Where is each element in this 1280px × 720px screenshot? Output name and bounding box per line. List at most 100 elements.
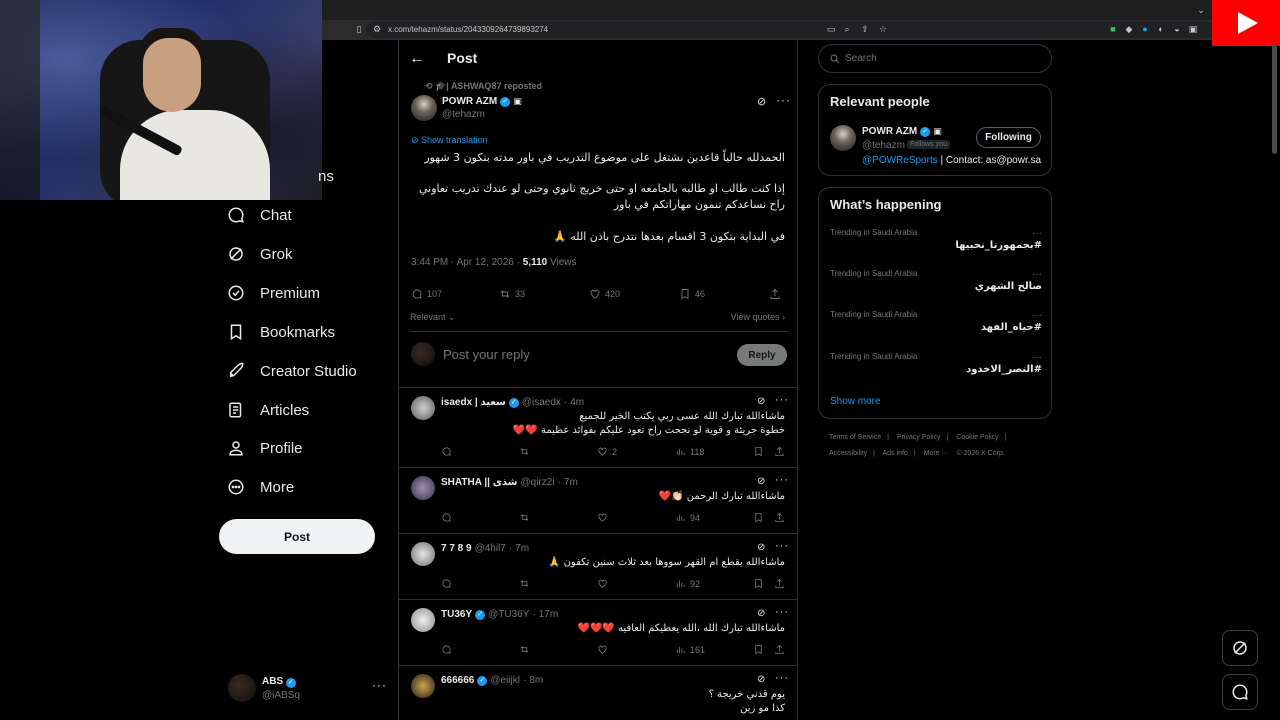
like-action[interactable] <box>597 512 608 523</box>
share-action[interactable] <box>769 288 781 300</box>
like-action[interactable]: 420 <box>589 288 620 300</box>
avatar[interactable] <box>411 396 435 420</box>
reply-author[interactable]: 666666 ✓ @eiijkl · 8m <box>441 675 543 686</box>
reply-item[interactable]: SHATHA || شذى @qirz2i · 7m ⊘ ··· ماشاءالله … <box>399 467 797 533</box>
url-text[interactable]: x.com/tehazm/status/2043309264739893274 <box>388 25 548 34</box>
reply-input[interactable]: Post your reply <box>443 347 530 362</box>
accessibility-link[interactable]: Accessibility <box>829 450 867 457</box>
share-action[interactable] <box>774 578 785 589</box>
reply-item[interactable]: isaedx | سعيد ✓ @isaedx · 4m ⊘ ··· ماشاءالله… <box>399 387 797 467</box>
cast-icon[interactable]: ▭ <box>826 24 836 34</box>
reply-action[interactable]: 107 <box>411 288 442 300</box>
more-dots-icon[interactable]: ··· <box>775 394 789 406</box>
nav-item-chat[interactable]: Chat <box>226 201 292 229</box>
share-action[interactable] <box>774 644 785 655</box>
zoom-icon[interactable]: ⌕ <box>842 24 852 34</box>
reply-item[interactable]: 7 7 8 9 @4hil7 · 7m ⊘ ··· ماشاءالله يقطع ام… <box>399 533 797 599</box>
nav-item-grok[interactable]: Grok <box>226 240 293 268</box>
extension-icon[interactable]: ■ <box>1108 24 1118 34</box>
following-button[interactable]: Following <box>976 127 1041 148</box>
back-arrow-icon[interactable]: ← <box>409 50 425 68</box>
person-name[interactable]: POWR AZM ✓ ▣ <box>862 126 942 137</box>
reply-action[interactable] <box>441 512 452 523</box>
repost-action[interactable] <box>519 446 530 457</box>
more-dots-icon[interactable]: ··· <box>1032 352 1042 363</box>
reply-action[interactable] <box>441 446 452 457</box>
reply-item[interactable]: 666666 ✓ @eiijkl · 8m ⊘ ··· يوم قدني خريجة ؟… <box>399 665 797 720</box>
grok-icon[interactable]: ⊘ <box>757 608 765 619</box>
more-link[interactable]: More ··· <box>924 450 949 457</box>
reply-button[interactable]: Reply <box>737 344 787 366</box>
extension-icon[interactable]: ◆ <box>1124 24 1134 34</box>
cookie-link[interactable]: Cookie Policy <box>956 434 998 441</box>
star-icon[interactable]: ☆ <box>878 24 888 34</box>
avatar[interactable] <box>411 95 437 121</box>
messages-floating-button[interactable] <box>1222 674 1258 710</box>
bookmark-action[interactable] <box>753 512 764 523</box>
repost-action[interactable]: 33 <box>499 288 525 300</box>
account-switcher[interactable]: ABS ✓ @iABSq ··· <box>228 672 388 708</box>
avatar[interactable] <box>411 608 435 632</box>
post-timestamp[interactable]: 3:44 PM · Apr 12, 2026 · 5,110 Views <box>411 257 577 268</box>
extension-icon[interactable]: ◒ <box>1172 24 1182 34</box>
nav-item-more[interactable]: More <box>226 473 294 501</box>
like-action[interactable]: 2 <box>597 446 617 457</box>
post-author-handle[interactable]: @tehazm <box>442 109 485 120</box>
reply-author[interactable]: 7 7 8 9 @4hil7 · 7m <box>441 543 529 554</box>
nav-item-creator-studio[interactable]: Creator Studio <box>226 357 357 385</box>
chevron-down-icon[interactable]: ⌄ <box>1196 5 1206 15</box>
nav-item-premium[interactable]: Premium <box>226 279 320 307</box>
trend-item[interactable]: Trending in Saudi Arabia ··· #حياه_الفهد <box>830 310 1042 346</box>
more-dots-icon[interactable]: ··· <box>776 93 791 107</box>
compose-post-button[interactable]: Post <box>219 519 375 554</box>
more-dots-icon[interactable]: ··· <box>372 678 387 692</box>
repost-action[interactable] <box>519 578 530 589</box>
bookmark-page-icon[interactable]: ▯ <box>354 24 364 34</box>
bookmark-action[interactable] <box>753 578 764 589</box>
bookmark-action[interactable]: 46 <box>679 288 705 300</box>
grok-icon[interactable]: ⊘ <box>757 476 765 487</box>
person-handle[interactable]: @tehazm <box>862 140 905 151</box>
reply-author[interactable]: isaedx | سعيد ✓ @isaedx · 4m <box>441 397 584 408</box>
grok-icon[interactable]: ⊘ <box>757 95 766 108</box>
privacy-link[interactable]: Privacy Policy <box>897 434 941 441</box>
avatar[interactable] <box>411 542 435 566</box>
more-dots-icon[interactable]: ··· <box>1032 310 1042 321</box>
avatar[interactable] <box>411 476 435 500</box>
search-input[interactable]: Search <box>818 44 1052 73</box>
views-action[interactable]: 94 <box>675 512 700 523</box>
reply-action[interactable] <box>441 578 452 589</box>
more-dots-icon[interactable]: ··· <box>775 672 789 684</box>
extension-icon[interactable]: ▣ <box>1188 24 1198 34</box>
more-dots-icon[interactable]: ··· <box>1032 228 1042 239</box>
nav-item-partial-label[interactable]: ns <box>318 168 334 185</box>
bookmark-action[interactable] <box>753 446 764 457</box>
nav-item-articles[interactable]: Articles <box>226 396 309 424</box>
site-info-icon[interactable]: ⚙ <box>372 24 382 34</box>
share-action[interactable] <box>774 512 785 523</box>
trend-item[interactable]: Trending in Saudi Arabia ··· صالح الشهري <box>830 269 1042 305</box>
reply-author[interactable]: SHATHA || شذى @qirz2i · 7m <box>441 477 578 488</box>
terms-link[interactable]: Terms of Service <box>829 434 881 441</box>
nav-item-profile[interactable]: Profile <box>226 434 303 462</box>
show-translation-link[interactable]: ⊘ Show translation <box>411 135 488 146</box>
more-dots-icon[interactable]: ··· <box>1032 269 1042 280</box>
extension-icon[interactable]: ◐ <box>1156 24 1166 34</box>
views-action[interactable]: 161 <box>675 644 705 655</box>
repost-action[interactable] <box>519 644 530 655</box>
reply-item[interactable]: TU36Y ✓ @TU36Y · 17m ⊘ ··· ماشاءالله تبارك ا… <box>399 599 797 665</box>
trend-item[interactable]: Trending in Saudi Arabia ··· #النصر_الاخ… <box>830 352 1042 388</box>
sort-dropdown[interactable]: Relevant ⌄ <box>410 312 456 323</box>
views-action[interactable]: 118 <box>675 446 704 457</box>
reply-author[interactable]: TU36Y ✓ @TU36Y · 17m <box>441 609 558 620</box>
show-more-link[interactable]: Show more <box>830 396 881 407</box>
repost-action[interactable] <box>519 512 530 523</box>
grok-icon[interactable]: ⊘ <box>757 542 765 553</box>
views-action[interactable]: 92 <box>675 578 700 589</box>
avatar[interactable] <box>830 125 856 151</box>
share-icon[interactable]: ⇪ <box>860 24 870 34</box>
more-dots-icon[interactable]: ··· <box>775 540 789 552</box>
scrollbar[interactable] <box>1272 44 1277 154</box>
bio-link[interactable]: @POWReSports <box>862 155 938 166</box>
post-author-name[interactable]: POWR AZM ✓ ▣ <box>442 96 522 107</box>
